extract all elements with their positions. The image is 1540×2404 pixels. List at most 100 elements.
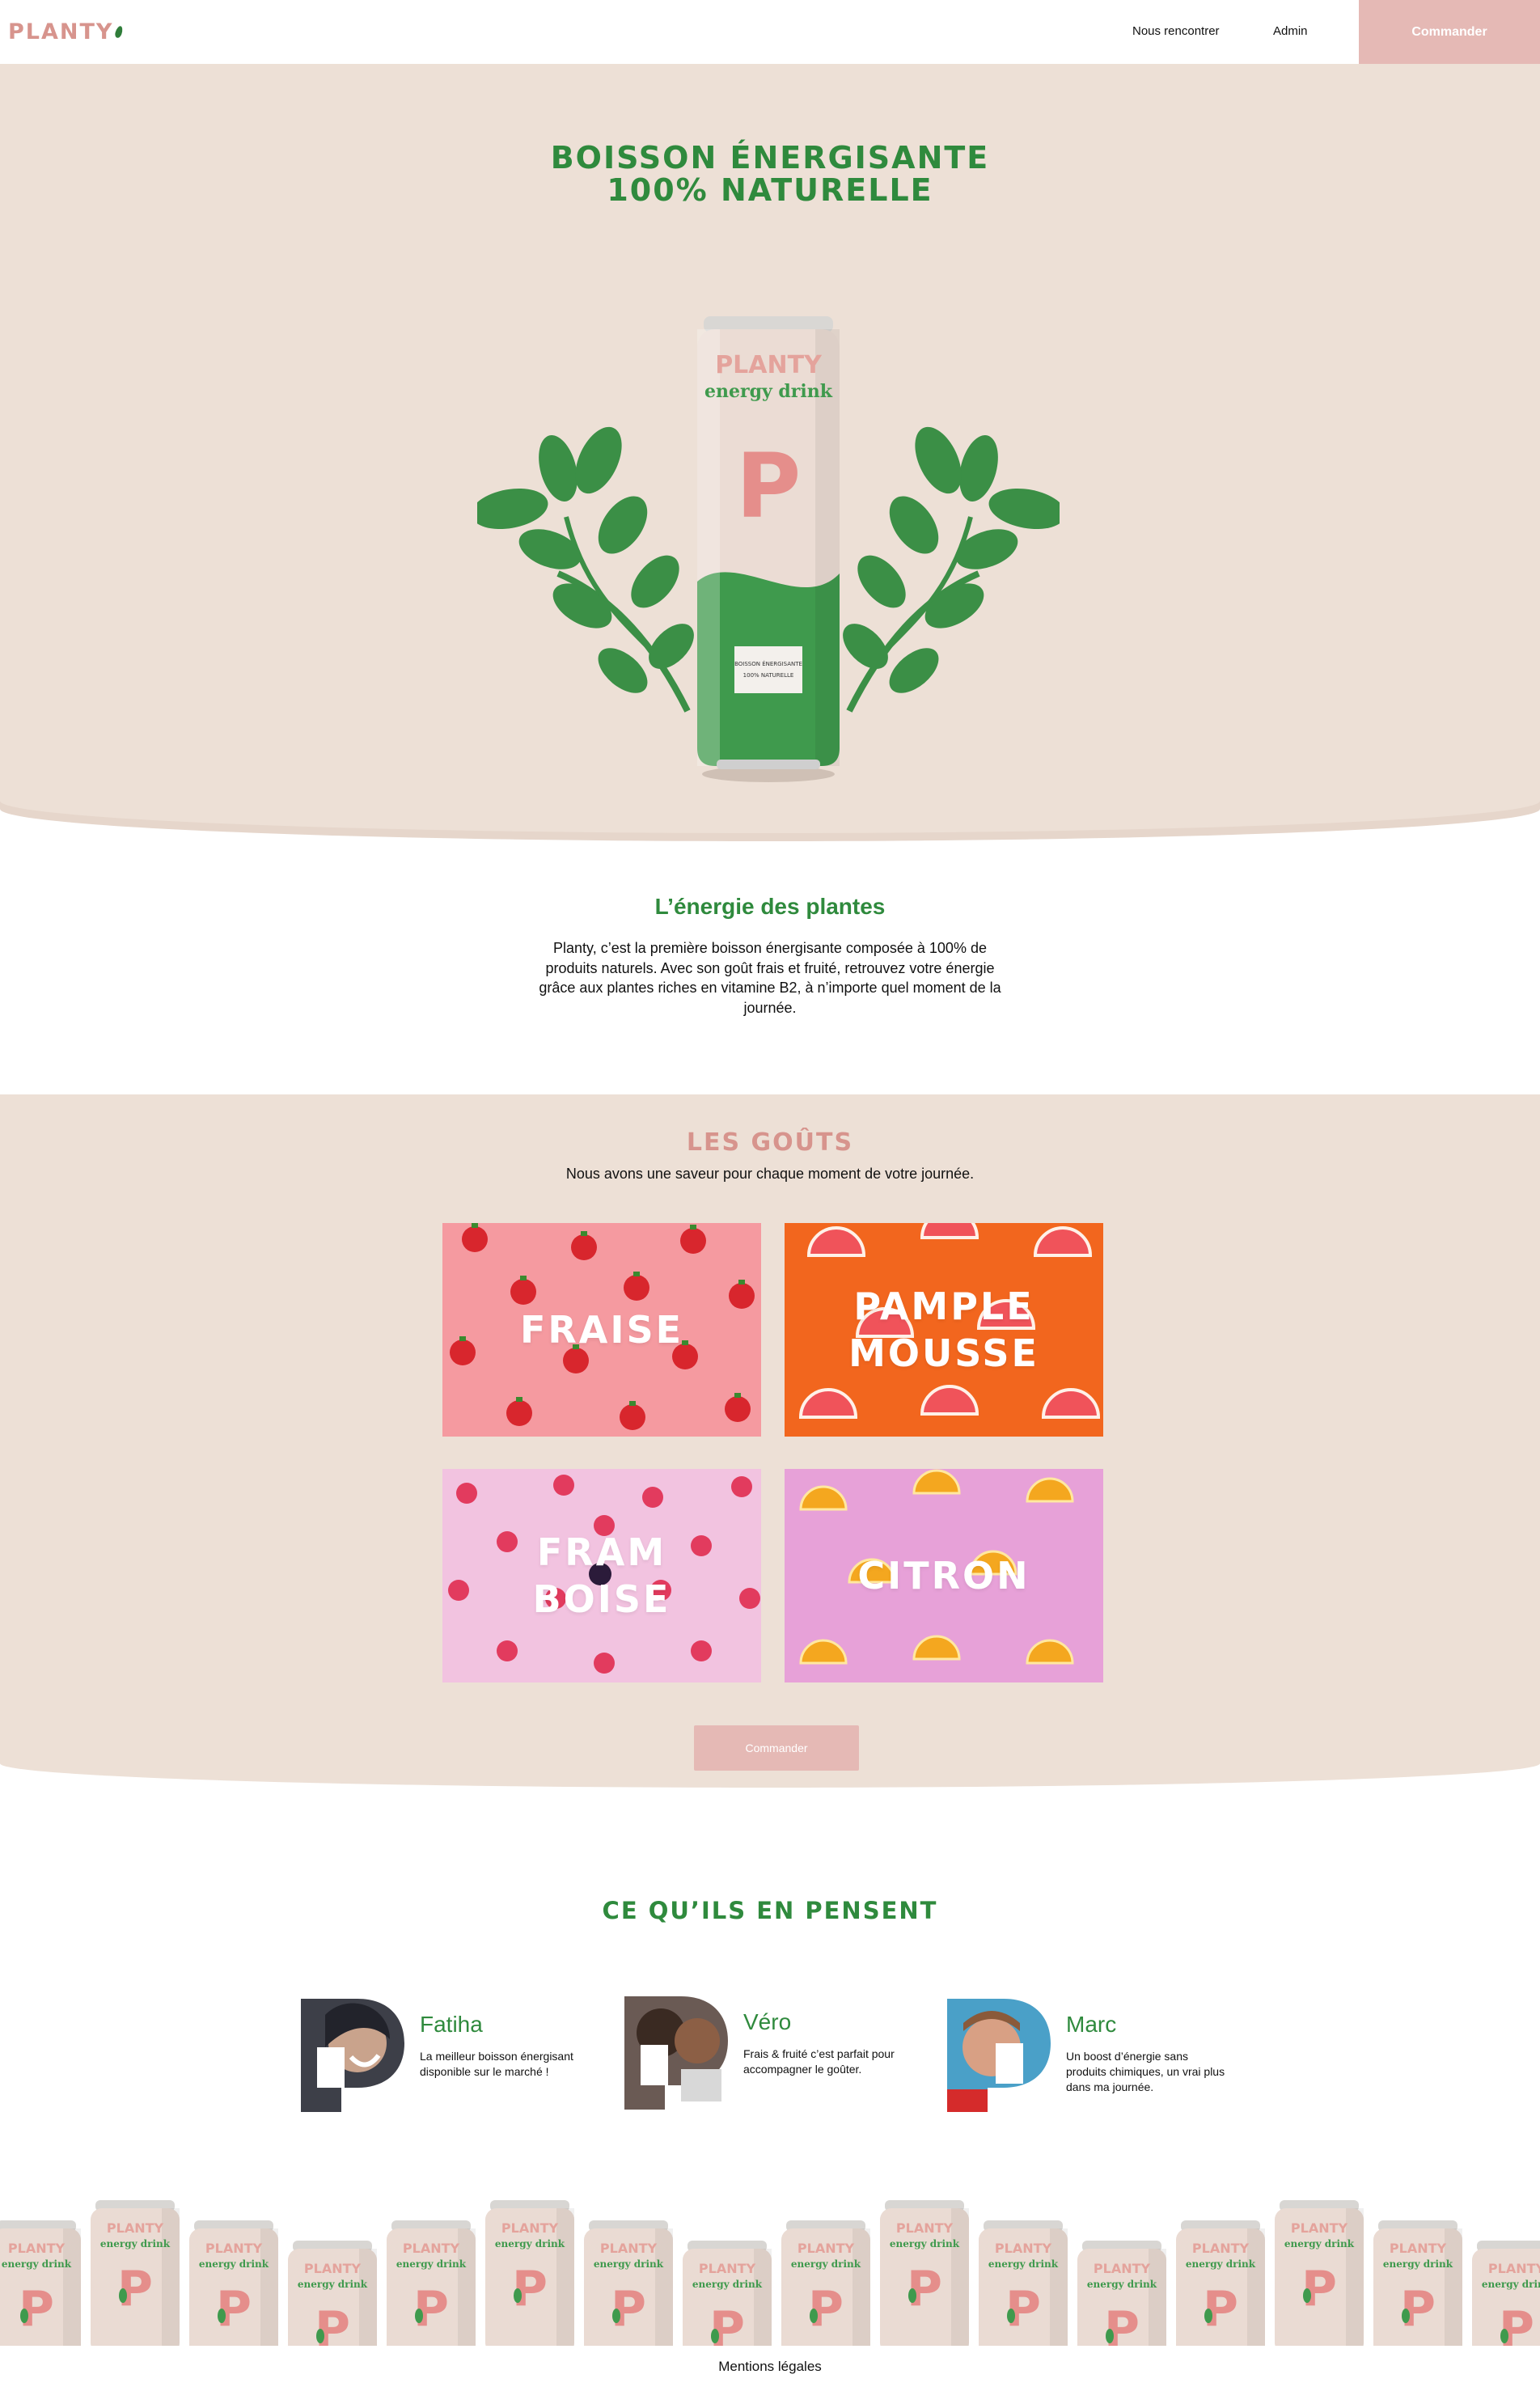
leaf-icon [908, 2288, 916, 2303]
leaf-icon [612, 2309, 620, 2323]
can-brand-text: PLANTY [798, 2241, 855, 2256]
taste-label-framboise: FRAM BOISE [532, 1530, 671, 1621]
can-icon: PLANTYenergy drinkP [1077, 2241, 1166, 2346]
can-subtitle-text: energy drink [1186, 2258, 1256, 2270]
leaf-icon [316, 2329, 324, 2343]
can-icon: PLANTYenergy drinkP [584, 2220, 673, 2346]
can-brand-text: PLANTY [699, 2261, 756, 2276]
can-label-line2: 100% NATURELLE [743, 672, 794, 679]
can-subtitle-text: energy drink [692, 2279, 763, 2290]
testimonial-quote: La meilleur boisson énergisant disponibl… [420, 2050, 573, 2078]
tastes-section: LES GOÛTS Nous avons une saveur pour cha… [0, 1094, 1540, 1788]
can-icon: PLANTYenergy drinkP [387, 2220, 476, 2346]
can-subtitle-text: energy drink [1482, 2279, 1540, 2290]
can-icon: PLANTYenergy drinkP [288, 2241, 377, 2346]
taste-tile-framboise[interactable]: FRAM BOISE [442, 1469, 761, 1682]
can-brand-text: PLANTY [715, 351, 823, 379]
can-brand-text: PLANTY [1488, 2261, 1540, 2276]
can-brand-text: PLANTY [107, 2220, 164, 2236]
testimonial-card: Marc Un boost d’énergie sans produits ch… [947, 1994, 1246, 2115]
leaf-icon [20, 2309, 28, 2323]
can-brand-text: PLANTY [8, 2241, 66, 2256]
leaf-icon [415, 2309, 423, 2323]
planty-logo[interactable]: PLANTY [8, 19, 125, 44]
leaf-icon [514, 2288, 522, 2303]
hero-title-line1: BOISSON ÉNERGISANTE [550, 140, 990, 176]
avatar [624, 1996, 728, 2110]
can-subtitle-text: energy drink [791, 2258, 861, 2270]
avatar [301, 1999, 404, 2112]
can-subtitle-text: energy drink [199, 2258, 269, 2270]
order-button-header[interactable]: Commander [1359, 0, 1540, 64]
can-subtitle-text: energy drink [594, 2258, 664, 2270]
taste-tile-pamplemousse[interactable]: PAMPLE MOUSSE [785, 1223, 1103, 1437]
nav-link-admin[interactable]: Admin [1273, 24, 1308, 38]
hero-title-line2: 100% NATURELLE [607, 172, 933, 208]
taste-tile-citron[interactable]: CITRON [785, 1469, 1103, 1682]
leaf-icon [711, 2329, 719, 2343]
can-subtitle-text: energy drink [890, 2238, 960, 2250]
leaf-icon [1007, 2309, 1015, 2323]
tastes-title: LES GOÛTS [686, 1128, 854, 1157]
site-header: PLANTY Nous rencontrer Admin Commander [0, 0, 1540, 64]
can-subtitle-text: energy drink [1284, 2238, 1355, 2250]
leaf-icon [1500, 2329, 1508, 2343]
can-subtitle-text: energy drink [100, 2238, 171, 2250]
can-subtitle-text: energy drink [704, 381, 833, 402]
logo-text: PLANTY [8, 19, 114, 44]
can-subtitle-text: energy drink [1087, 2279, 1157, 2290]
testimonial-name: Fatiha [420, 2012, 483, 2037]
left-leaf-branch-icon [477, 426, 694, 713]
testimonials-title: CE QU’ILS EN PENSENT [602, 1897, 938, 1924]
testimonial-name: Véro [743, 2009, 792, 2034]
intro-title: L’énergie des plantes [654, 894, 886, 919]
avatar [947, 1999, 1051, 2112]
leaf-icon [218, 2309, 226, 2323]
leaf-icon [119, 2288, 127, 2303]
right-leaf-branch-icon [843, 426, 1060, 713]
can-icon: PLANTYenergy drinkP [485, 2200, 574, 2346]
can-icon: PLANTY energy drink P BOISSON ÉNERGISANT… [697, 316, 840, 782]
can-brand-text: PLANTY [304, 2261, 362, 2276]
testimonial-name: Marc [1066, 2012, 1117, 2037]
can-brand-text: PLANTY [896, 2220, 954, 2236]
legal-link[interactable]: Mentions légales [0, 2359, 1540, 2375]
can-brand-text: PLANTY [1291, 2220, 1348, 2236]
can-brand-text: PLANTY [600, 2241, 658, 2256]
leaf-icon [810, 2309, 818, 2323]
leaf-icon [1106, 2329, 1114, 2343]
leaf-icon [1204, 2309, 1212, 2323]
can-subtitle-text: energy drink [2, 2258, 72, 2270]
can-icon: PLANTYenergy drinkP [1176, 2220, 1265, 2346]
can-brand-text: PLANTY [1390, 2241, 1447, 2256]
can-subtitle-text: energy drink [396, 2258, 467, 2270]
can-icon: PLANTYenergy drinkP [0, 2220, 81, 2346]
testimonial-card: Fatiha La meilleur boisson énergisant di… [301, 1994, 600, 2115]
testimonial-quote: Frais & fruité c’est parfait pour accomp… [743, 2047, 895, 2076]
taste-label-pamplemousse: PAMPLE MOUSSE [848, 1285, 1039, 1375]
taste-label-citron: CITRON [857, 1554, 1030, 1598]
nav-link-meet[interactable]: Nous rencontrer [1132, 24, 1220, 38]
leaf-icon [114, 25, 125, 39]
can-letter-text: P [736, 434, 802, 538]
taste-tile-fraise[interactable]: FRAISE [442, 1223, 761, 1437]
can-icon: PLANTYenergy drinkP [1373, 2220, 1462, 2346]
can-label-line1: BOISSON ÉNERGISANTE [734, 660, 802, 667]
hero-section: BOISSON ÉNERGISANTE 100% NATURELLE PLANT… [0, 64, 1540, 833]
can-brand-text: PLANTY [501, 2220, 559, 2236]
can-subtitle-text: energy drink [1383, 2258, 1453, 2270]
can-brand-text: PLANTY [403, 2241, 460, 2256]
can-icon: PLANTYenergy drinkP [91, 2200, 180, 2346]
hero-can-illustration: PLANTY energy drink P BOISSON ÉNERGISANT… [477, 316, 1060, 782]
can-subtitle-text: energy drink [298, 2279, 368, 2290]
can-icon: PLANTYenergy drinkP [1275, 2200, 1364, 2346]
order-button-tastes[interactable]: Commander [694, 1725, 859, 1771]
can-brand-text: PLANTY [995, 2241, 1052, 2256]
can-brand-text: PLANTY [1192, 2241, 1250, 2256]
can-brand-text: PLANTY [1094, 2261, 1151, 2276]
leaf-icon [1303, 2288, 1311, 2303]
intro-text: Planty, c’est la première boisson énergi… [539, 940, 1001, 1016]
can-brand-text: PLANTY [205, 2241, 263, 2256]
testimonial-card: Véro Frais & fruité c’est parfait pour a… [624, 1991, 924, 2113]
can-icon: PLANTYenergy drinkP [1472, 2241, 1540, 2346]
